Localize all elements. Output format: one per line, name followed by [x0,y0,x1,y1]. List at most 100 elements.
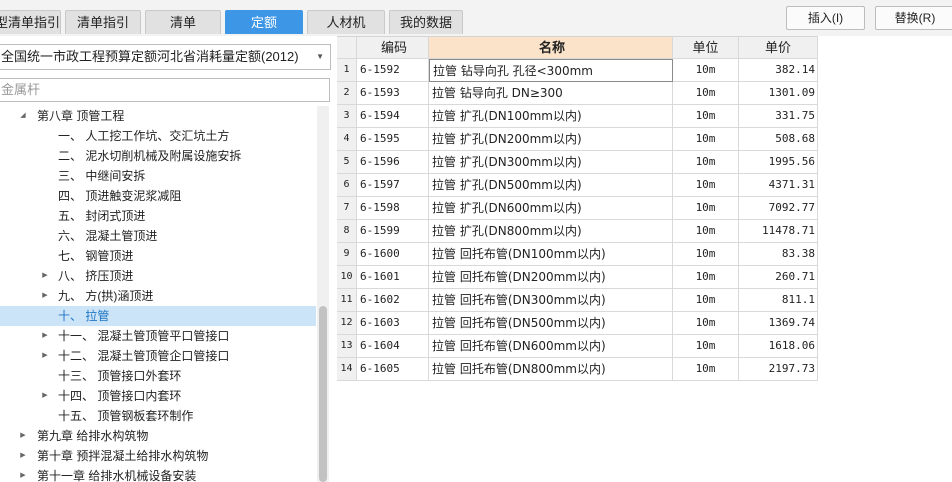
unit-cell[interactable]: 10m [673,59,739,82]
name-cell[interactable]: 拉管 扩孔(DN800mm以内) [429,220,673,243]
column-header-unit[interactable]: 单位 [673,36,739,59]
tree-item[interactable]: 十五、 顶管钢板套环制作 [0,406,316,426]
tree-item[interactable]: ▶ 八、 挤压顶进 [0,266,316,286]
name-cell[interactable]: 拉管 回托布管(DN800mm以内) [429,358,673,381]
unit-cell[interactable]: 10m [673,243,739,266]
expand-arrow-icon[interactable]: ▶ [40,386,50,406]
tree-item[interactable]: ▶ 第十章 预拌混凝土给排水构筑物 [0,446,316,466]
table-row[interactable]: 4 6-1595 拉管 扩孔(DN200mm以内) 10m 508.68 [337,128,818,151]
code-cell[interactable]: 6-1594 [357,105,429,128]
tree-item[interactable]: 十、 拉管 [0,306,316,326]
tree-item[interactable]: 二、 泥水切削机械及附属设施安拆 [0,146,316,166]
table-row[interactable]: 13 6-1604 拉管 回托布管(DN600mm以内) 10m 1618.06 [337,335,818,358]
table-row[interactable]: 6 6-1597 拉管 扩孔(DN500mm以内) 10m 4371.31 [337,174,818,197]
tree-item[interactable]: ▶ 第九章 给排水构筑物 [0,426,316,446]
expand-arrow-icon[interactable]: ▶ [18,426,28,446]
name-cell[interactable]: 拉管 扩孔(DN100mm以内) [429,105,673,128]
expand-arrow-icon[interactable]: ▶ [18,466,28,482]
price-cell[interactable]: 1301.09 [739,82,818,105]
table-row[interactable]: 1 6-1592 拉管 钻导向孔 孔径<300mm 10m 382.14 [337,59,818,82]
price-cell[interactable]: 811.1 [739,289,818,312]
unit-cell[interactable]: 10m [673,220,739,243]
tree-item[interactable]: 十三、 顶管接口外套环 [0,366,316,386]
code-cell[interactable]: 6-1603 [357,312,429,335]
tree-item[interactable]: ▶ 第十一章 给排水机械设备安装 [0,466,316,482]
table-row[interactable]: 10 6-1601 拉管 回托布管(DN200mm以内) 10m 260.71 [337,266,818,289]
unit-cell[interactable]: 10m [673,151,739,174]
code-cell[interactable]: 6-1602 [357,289,429,312]
column-header-code[interactable]: 编码 [357,36,429,59]
unit-cell[interactable]: 10m [673,197,739,220]
name-cell[interactable]: 拉管 钻导向孔 孔径<300mm [429,59,673,82]
tree-item[interactable]: 六、 混凝土管顶进 [0,226,316,246]
tree-item[interactable]: ▶ 十一、 混凝土管顶管平口管接口 [0,326,316,346]
collapse-arrow-icon[interactable]: ◢ [18,106,28,126]
name-cell[interactable]: 拉管 回托布管(DN300mm以内) [429,289,673,312]
price-cell[interactable]: 1995.56 [739,151,818,174]
table-row[interactable]: 14 6-1605 拉管 回托布管(DN800mm以内) 10m 2197.73 [337,358,818,381]
name-cell[interactable]: 拉管 回托布管(DN500mm以内) [429,312,673,335]
name-cell[interactable]: 拉管 回托布管(DN200mm以内) [429,266,673,289]
price-cell[interactable]: 1618.06 [739,335,818,358]
name-cell[interactable]: 拉管 钻导向孔 DN≥300 [429,82,673,105]
table-row[interactable]: 9 6-1600 拉管 回托布管(DN100mm以内) 10m 83.38 [337,243,818,266]
code-cell[interactable]: 6-1597 [357,174,429,197]
price-cell[interactable]: 7092.77 [739,197,818,220]
expand-arrow-icon[interactable]: ▶ [40,286,50,306]
unit-cell[interactable]: 10m [673,174,739,197]
replace-button[interactable]: 替换(R) [875,6,952,30]
price-cell[interactable]: 260.71 [739,266,818,289]
table-row[interactable]: 12 6-1603 拉管 回托布管(DN500mm以内) 10m 1369.74 [337,312,818,335]
tab-bill-guide[interactable]: 清单指引 [65,10,141,34]
name-cell[interactable]: 拉管 扩孔(DN200mm以内) [429,128,673,151]
expand-arrow-icon[interactable]: ▶ [18,446,28,466]
unit-cell[interactable]: 10m [673,128,739,151]
code-cell[interactable]: 6-1596 [357,151,429,174]
unit-cell[interactable]: 10m [673,266,739,289]
search-input[interactable]: 金属杆 [0,78,330,102]
name-cell[interactable]: 拉管 回托布管(DN600mm以内) [429,335,673,358]
price-cell[interactable]: 11478.71 [739,220,818,243]
tree-item[interactable]: 五、 封闭式顶进 [0,206,316,226]
code-cell[interactable]: 6-1595 [357,128,429,151]
name-cell[interactable]: 拉管 扩孔(DN300mm以内) [429,151,673,174]
price-cell[interactable]: 83.38 [739,243,818,266]
unit-cell[interactable]: 10m [673,289,739,312]
tab-model-bill-guide[interactable]: 型清单指引 [0,10,61,34]
table-row[interactable]: 5 6-1596 拉管 扩孔(DN300mm以内) 10m 1995.56 [337,151,818,174]
insert-button[interactable]: 插入(I) [786,6,865,30]
code-cell[interactable]: 6-1593 [357,82,429,105]
tree-scrollbar[interactable] [317,106,329,482]
tree-item[interactable]: 一、 人工挖工作坑、交汇坑土方 [0,126,316,146]
tree-item[interactable]: ▶ 十四、 顶管接口内套环 [0,386,316,406]
expand-arrow-icon[interactable]: ▶ [40,326,50,346]
expand-arrow-icon[interactable]: ▶ [40,346,50,366]
price-cell[interactable]: 382.14 [739,59,818,82]
code-cell[interactable]: 6-1592 [357,59,429,82]
table-row[interactable]: 8 6-1599 拉管 扩孔(DN800mm以内) 10m 11478.71 [337,220,818,243]
unit-cell[interactable]: 10m [673,358,739,381]
column-header-price[interactable]: 单价 [739,36,818,59]
tab-bill[interactable]: 清单 [145,10,221,34]
code-cell[interactable]: 6-1605 [357,358,429,381]
tree-item[interactable]: 四、 顶进触变泥浆减阻 [0,186,316,206]
tab-quota[interactable]: 定额 [225,10,303,34]
table-row[interactable]: 7 6-1598 拉管 扩孔(DN600mm以内) 10m 7092.77 [337,197,818,220]
price-cell[interactable]: 1369.74 [739,312,818,335]
tab-labor-material-machine[interactable]: 人材机 [307,10,385,34]
code-cell[interactable]: 6-1604 [357,335,429,358]
unit-cell[interactable]: 10m [673,105,739,128]
code-cell[interactable]: 6-1600 [357,243,429,266]
tree-scrollbar-thumb[interactable] [319,306,327,482]
library-select[interactable]: 全国统一市政工程预算定额河北省消耗量定额(2012) ▼ [0,44,331,70]
price-cell[interactable]: 508.68 [739,128,818,151]
unit-cell[interactable]: 10m [673,82,739,105]
tree-item[interactable]: 七、 钢管顶进 [0,246,316,266]
name-cell[interactable]: 拉管 扩孔(DN600mm以内) [429,197,673,220]
name-cell[interactable]: 拉管 回托布管(DN100mm以内) [429,243,673,266]
table-row[interactable]: 3 6-1594 拉管 扩孔(DN100mm以内) 10m 331.75 [337,105,818,128]
unit-cell[interactable]: 10m [673,335,739,358]
tab-my-data[interactable]: 我的数据 [389,10,463,34]
name-cell[interactable]: 拉管 扩孔(DN500mm以内) [429,174,673,197]
table-row[interactable]: 11 6-1602 拉管 回托布管(DN300mm以内) 10m 811.1 [337,289,818,312]
